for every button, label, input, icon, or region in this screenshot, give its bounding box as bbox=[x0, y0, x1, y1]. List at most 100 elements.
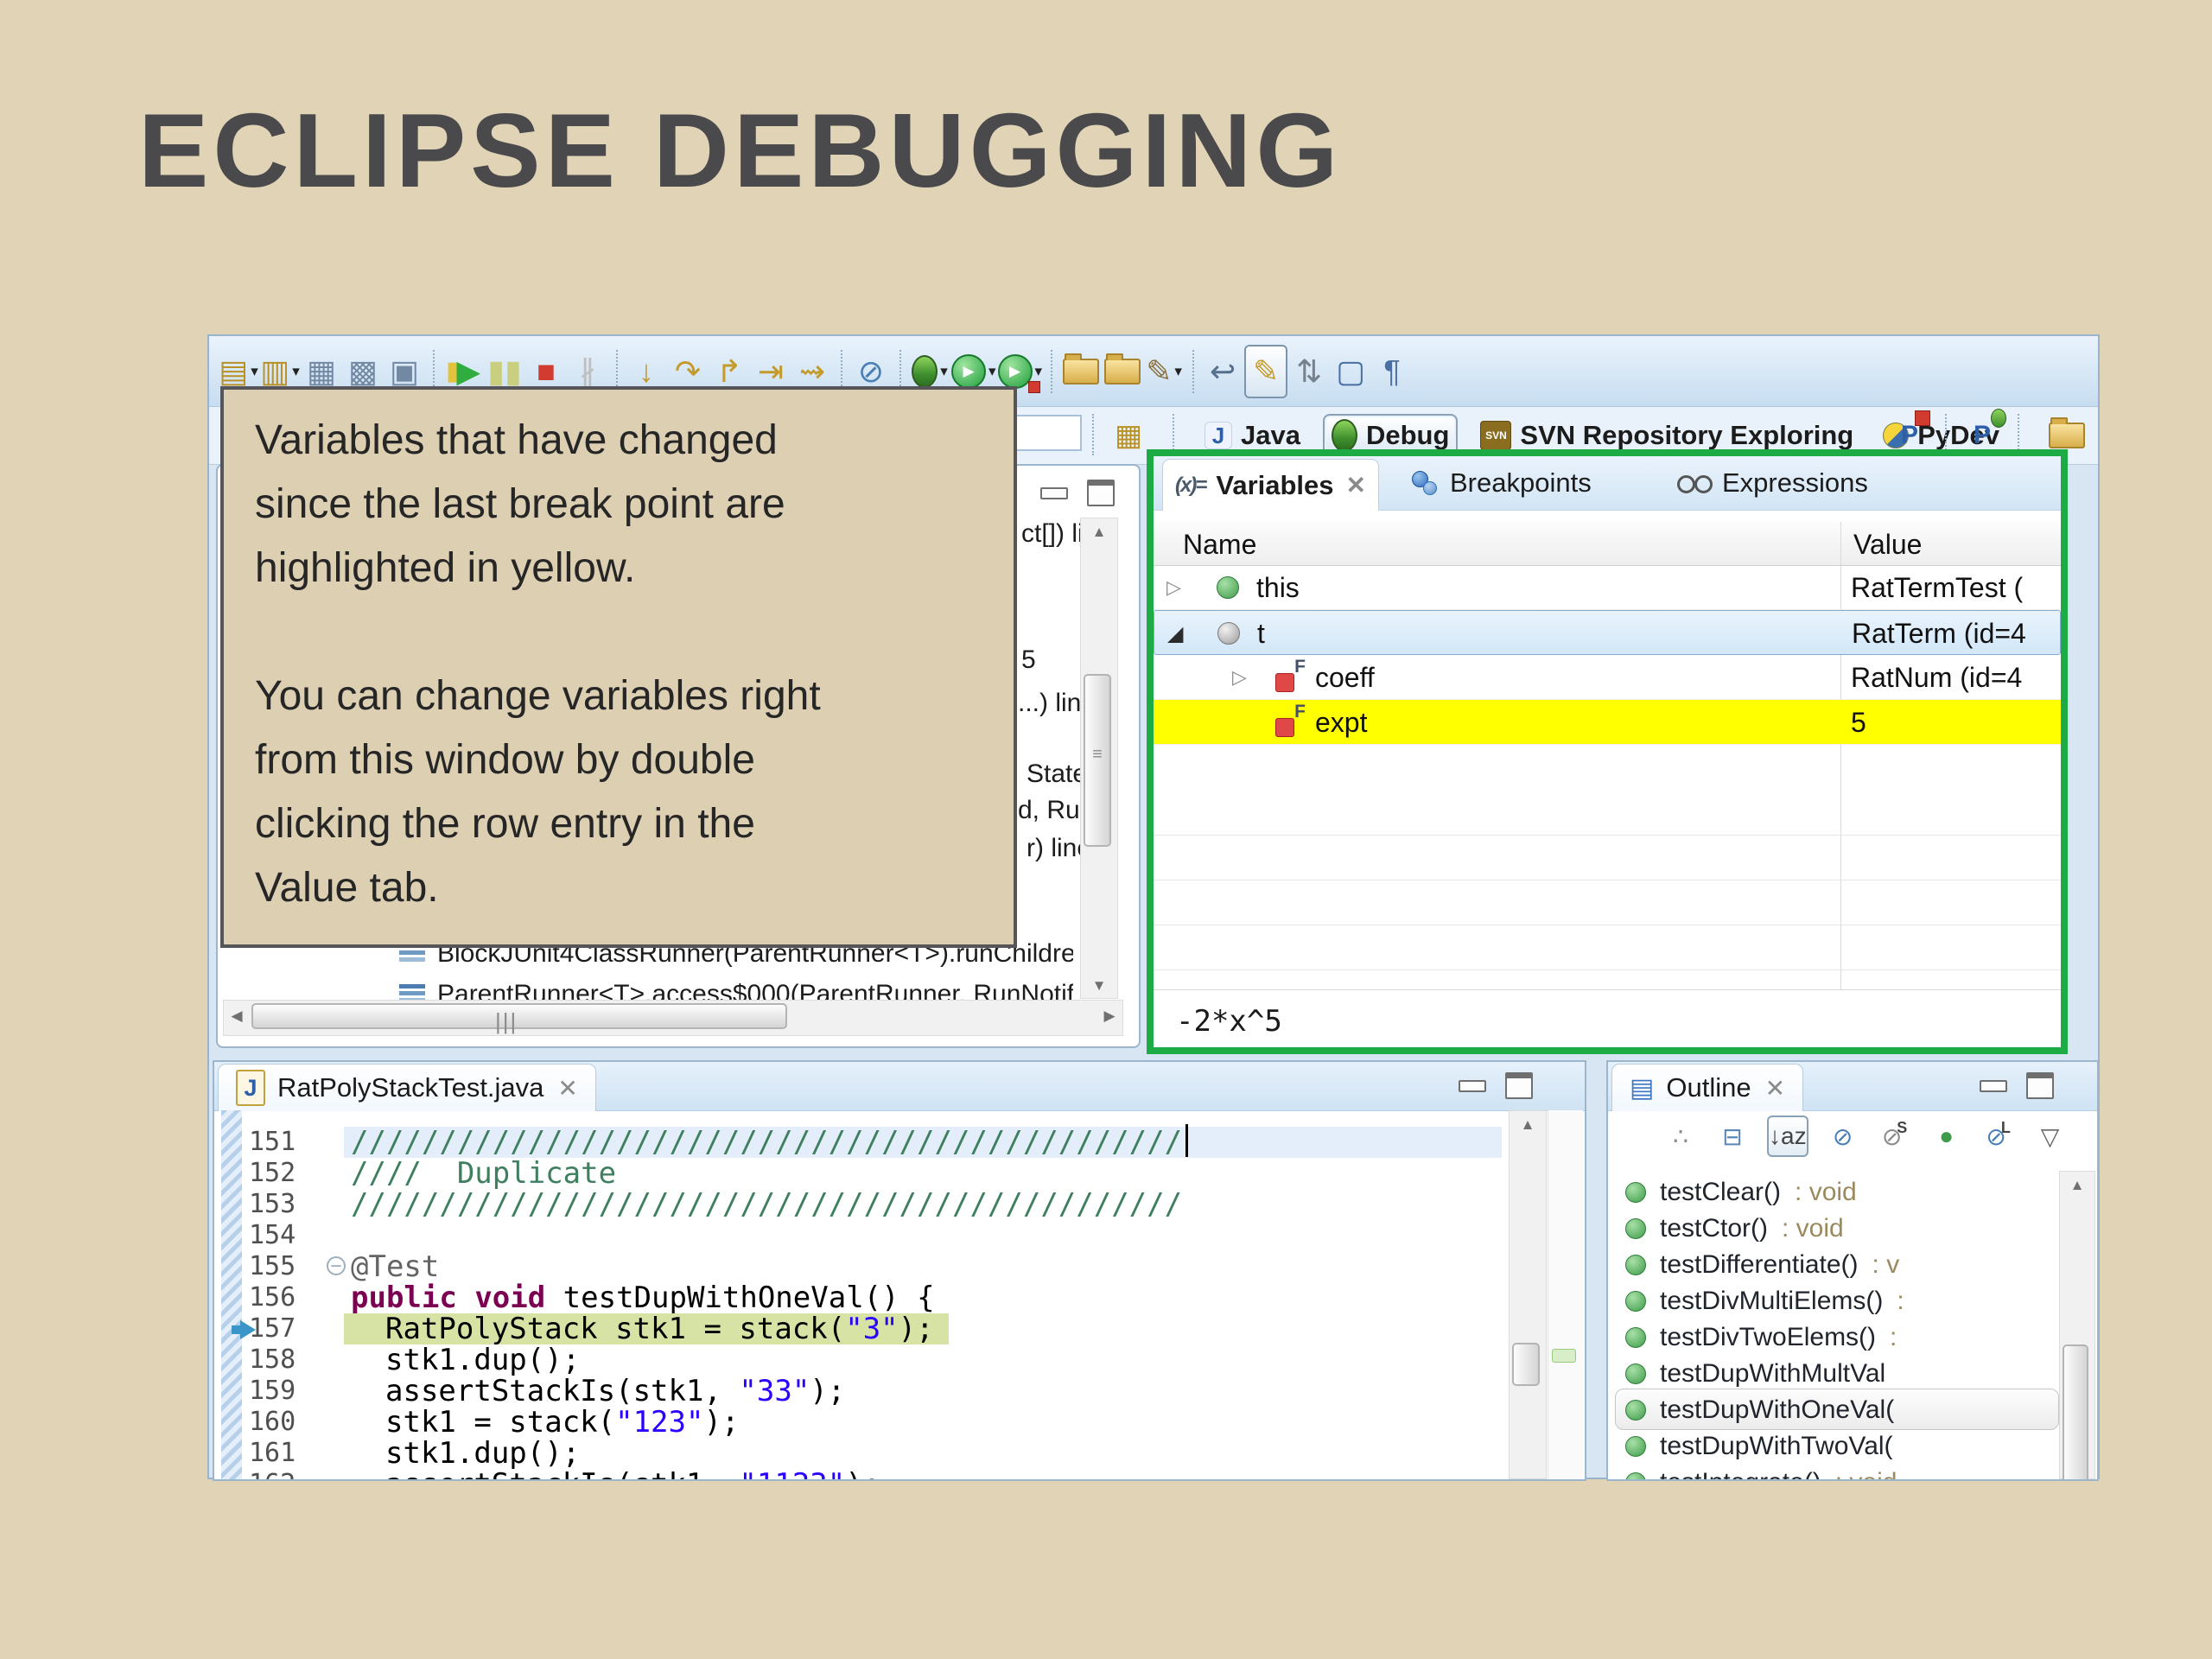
editor-overview-ruler[interactable] bbox=[1548, 1110, 1583, 1479]
tab-label: Variables bbox=[1216, 470, 1333, 501]
scroll-left-icon[interactable]: ◀ bbox=[226, 1007, 248, 1025]
hide-fields-icon[interactable]: ⊘ bbox=[1826, 1117, 1860, 1155]
editor-tab-label: RatPolyStackTest.java bbox=[277, 1072, 543, 1103]
filter-public-icon[interactable]: ● bbox=[1929, 1117, 1964, 1155]
search-icon[interactable]: ✎▾ bbox=[1144, 346, 1184, 397]
line-number: 157 bbox=[249, 1313, 328, 1344]
last-edit-location-icon[interactable]: ↩ bbox=[1203, 346, 1243, 397]
open-task-icon[interactable] bbox=[1061, 346, 1101, 397]
icon-glyph: ▶ bbox=[456, 356, 480, 387]
toggle-mark-occurrences-icon[interactable]: ✎ bbox=[1244, 345, 1287, 398]
callout-text-1: Variables that have changed since the la… bbox=[255, 409, 982, 601]
variable-row-coeff[interactable]: ▷coeffRatNum (id=4 bbox=[1154, 655, 2061, 700]
scroll-up-icon[interactable]: ▲ bbox=[2060, 1177, 2094, 1194]
icon-glyph: ⇝ bbox=[799, 356, 825, 387]
overview-annotation-marker[interactable] bbox=[1552, 1349, 1576, 1363]
outline-vertical-scrollbar[interactable]: ▲ ≡ bbox=[2059, 1171, 2095, 1479]
scroll-right-icon[interactable]: ▶ bbox=[1098, 1007, 1121, 1025]
collapse-all-icon[interactable]: ⊟ bbox=[1715, 1117, 1750, 1155]
editor-vertical-scrollbar[interactable]: ▲ bbox=[1509, 1110, 1547, 1479]
minimize-icon[interactable] bbox=[1040, 487, 1068, 499]
collapse-arrow-icon[interactable]: ◢ bbox=[1167, 611, 1183, 656]
open-resource-icon[interactable] bbox=[1103, 346, 1142, 397]
icon-glyph: ↓az bbox=[1769, 1122, 1807, 1150]
code-segment: ); bbox=[899, 1312, 934, 1346]
perspective-tab-label: Java bbox=[1241, 420, 1300, 451]
next-annotation-icon[interactable]: ⇅ bbox=[1289, 346, 1329, 397]
scroll-down-icon[interactable]: ▼ bbox=[1081, 977, 1117, 995]
sort-alphabetical-icon[interactable]: ↓az bbox=[1767, 1116, 1808, 1157]
minimize-icon[interactable] bbox=[1459, 1080, 1486, 1092]
scrollbar-thumb[interactable]: ||| bbox=[251, 1003, 787, 1029]
tab-breakpoints[interactable]: Breakpoints bbox=[1398, 456, 1604, 510]
scroll-up-icon[interactable]: ▲ bbox=[1510, 1116, 1546, 1134]
icon-glyph: ∦ bbox=[580, 356, 595, 387]
column-header-value[interactable]: Value bbox=[1853, 522, 1922, 567]
code-segment: void bbox=[474, 1281, 545, 1315]
outline-item[interactable]: testClear() : void bbox=[1625, 1178, 1857, 1207]
debug-vertical-scrollbar[interactable]: ▲ ≡ ▼ bbox=[1080, 518, 1118, 999]
close-icon[interactable]: ✕ bbox=[1765, 1074, 1785, 1103]
perspective-tab-label: Debug bbox=[1366, 420, 1449, 451]
outline-item[interactable]: testDifferentiate() : v bbox=[1625, 1250, 1899, 1280]
variable-row-t[interactable]: ◢tRatTerm (id=4 bbox=[1154, 610, 2061, 655]
code-text: stk1 = stack("123"); bbox=[385, 1407, 739, 1438]
dropdown-caret-icon: ▾ bbox=[292, 363, 300, 380]
outline-item[interactable]: testDivTwoElems() : bbox=[1625, 1323, 1897, 1352]
bug-shape bbox=[1991, 409, 2006, 428]
dropdown-caret-icon: ▾ bbox=[988, 363, 996, 380]
icon-glyph: ▩ bbox=[348, 356, 378, 387]
fold-collapse-icon[interactable]: − bbox=[327, 1256, 346, 1275]
variable-type-icon bbox=[1275, 700, 1294, 745]
scrollbar-thumb[interactable]: ≡ bbox=[1084, 674, 1111, 847]
icon-glyph: ✎ bbox=[1146, 356, 1172, 387]
outline-item-label: testDifferentiate() bbox=[1660, 1250, 1859, 1280]
show-whitespace-icon[interactable]: ¶ bbox=[1372, 346, 1412, 397]
link-with-editor-icon[interactable]: ▢ bbox=[1331, 346, 1370, 397]
scroll-up-icon[interactable]: ▲ bbox=[1081, 524, 1117, 541]
code-text: assertStackIs(stk1, "1123"); bbox=[385, 1469, 880, 1479]
maximize-icon[interactable] bbox=[1087, 480, 1115, 506]
tab-variables[interactable]: (x)=Variables✕ bbox=[1162, 459, 1379, 511]
code-segment: ); bbox=[810, 1374, 845, 1408]
outline-item[interactable]: testIntegrate() : void bbox=[1625, 1468, 1897, 1481]
outline-item-type: : void bbox=[1795, 1178, 1857, 1207]
hide-static-icon[interactable]: ⊘S bbox=[1878, 1117, 1912, 1155]
code-line-160: 160stk1 = stack("123"); bbox=[214, 1407, 1502, 1438]
outline-item[interactable]: testDivMultiElems() : bbox=[1625, 1287, 1904, 1316]
outline-item[interactable]: testDupWithMultVal bbox=[1625, 1359, 1885, 1389]
variable-row-this[interactable]: ▷thisRatTermTest ( bbox=[1154, 565, 2061, 610]
pydev-breakpoint-icon[interactable]: P bbox=[1901, 421, 1918, 450]
variable-row-expt[interactable]: expt5 bbox=[1154, 700, 2061, 745]
scrollbar-thumb[interactable] bbox=[1512, 1343, 1540, 1386]
java-file-icon: J bbox=[236, 1070, 265, 1106]
view-menu-icon[interactable]: ▽ bbox=[2033, 1117, 2068, 1155]
expand-arrow-icon[interactable]: ▷ bbox=[1166, 565, 1181, 610]
editor-tab[interactable]: J RatPolyStackTest.java ✕ bbox=[218, 1064, 596, 1111]
code-segment: stk1 = stack( bbox=[385, 1405, 615, 1440]
close-icon[interactable]: ✕ bbox=[557, 1074, 577, 1103]
line-number: 156 bbox=[249, 1282, 328, 1313]
focus-icon[interactable]: ∴ bbox=[1663, 1117, 1698, 1155]
open-perspective-icon[interactable]: ▦ bbox=[1109, 410, 1148, 461]
outline-item[interactable]: testDupWithTwoVal( bbox=[1625, 1432, 1893, 1461]
close-icon[interactable]: ✕ bbox=[1346, 471, 1366, 499]
maximize-icon[interactable] bbox=[2026, 1072, 2054, 1099]
scrollbar-thumb[interactable]: ≡ bbox=[2063, 1344, 2088, 1481]
expand-arrow-icon[interactable]: ▷ bbox=[1232, 655, 1247, 700]
debug-horizontal-scrollbar[interactable]: ◀ ||| ▶ bbox=[223, 1000, 1123, 1036]
outline-item[interactable]: testDupWithOneVal( bbox=[1625, 1395, 1894, 1425]
outline-item-label: testDivMultiElems() bbox=[1660, 1287, 1883, 1316]
outline-item[interactable]: testCtor() : void bbox=[1625, 1214, 1844, 1243]
outline-tab[interactable]: ▤ Outline ✕ bbox=[1611, 1064, 1803, 1111]
editor-code-area[interactable]: 151/////////////////////////////////////… bbox=[214, 1110, 1502, 1479]
folder-shape bbox=[2049, 423, 2085, 448]
minimize-icon[interactable] bbox=[1980, 1080, 2007, 1092]
hide-local-types-icon[interactable]: ⊘L bbox=[1981, 1117, 2016, 1155]
red-chip bbox=[1028, 381, 1040, 393]
line-number: 154 bbox=[249, 1220, 328, 1251]
column-header-name[interactable]: Name bbox=[1183, 522, 1256, 567]
maximize-icon[interactable] bbox=[1505, 1072, 1533, 1099]
pydev-debug-icon[interactable]: P bbox=[1974, 421, 1991, 450]
tab-expressions[interactable]: Expressions bbox=[1663, 456, 1880, 510]
